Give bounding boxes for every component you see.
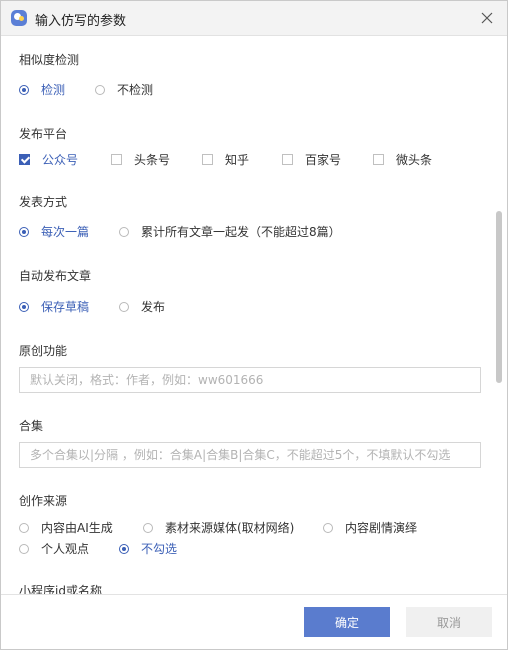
checkbox-platform-toutiao[interactable]: 头条号 [111, 151, 170, 168]
checkbox-platform-baijiahao[interactable]: 百家号 [282, 151, 341, 168]
radio-label: 个人观点 [41, 542, 90, 556]
radio-icon [95, 84, 105, 95]
checkbox-platform-weitoutiao[interactable]: 微头条 [373, 151, 432, 168]
vertical-scrollbar[interactable] [496, 211, 502, 383]
checkbox-icon-checked [19, 154, 30, 165]
radio-similarity-check[interactable]: 检测 [19, 81, 65, 98]
similarity-label: 相似度检测 [19, 53, 80, 67]
radio-label: 不检测 [117, 83, 154, 97]
checkbox-platform-zhihu[interactable]: 知乎 [202, 151, 249, 168]
checkbox-icon [111, 154, 122, 165]
radio-label: 每次一篇 [41, 225, 90, 239]
app-logo-icon [11, 10, 27, 26]
source-label: 创作来源 [19, 494, 68, 508]
radio-label: 累计所有文章一起发（不能超过8篇） [141, 225, 341, 239]
radio-publish-batch[interactable]: 累计所有文章一起发（不能超过8篇） [119, 223, 341, 240]
checkbox-label: 微头条 [396, 153, 433, 167]
radio-source-opinion[interactable]: 个人观点 [19, 540, 89, 557]
checkbox-label: 知乎 [225, 153, 250, 167]
radio-source-drama[interactable]: 内容剧情演绎 [323, 519, 417, 536]
radio-label: 素材来源媒体(取材网络) [165, 521, 295, 535]
radio-icon-selected [19, 226, 29, 237]
radio-icon [19, 543, 29, 554]
cancel-button[interactable]: 取消 [406, 607, 492, 637]
collection-label: 合集 [19, 419, 44, 433]
radio-icon [19, 522, 29, 533]
parameter-dialog: 输入仿写的参数 相似度检测 检测 不检测 发布平台 公众号 头条号 知乎 百家号… [0, 0, 508, 650]
radio-icon-selected [19, 84, 29, 95]
radio-label: 不勾选 [141, 542, 178, 556]
dialog-title: 输入仿写的参数 [35, 14, 127, 29]
radio-publish-now[interactable]: 发布 [119, 298, 165, 315]
radio-publish-single[interactable]: 每次一篇 [19, 223, 89, 240]
radio-save-draft[interactable]: 保存草稿 [19, 298, 89, 315]
auto-publish-label: 自动发布文章 [19, 269, 92, 283]
radio-label: 发布 [141, 300, 166, 314]
checkbox-icon [282, 154, 293, 165]
mini-program-label: 小程序id或名称 [19, 584, 102, 594]
checkbox-label: 公众号 [42, 153, 79, 167]
publish-mode-label: 发表方式 [19, 195, 68, 209]
radio-icon [323, 522, 333, 533]
dialog-footer: 确定 取消 [1, 594, 507, 649]
radio-icon [143, 522, 153, 533]
radio-icon-selected [19, 301, 29, 312]
close-button[interactable] [475, 6, 499, 30]
checkbox-label: 百家号 [305, 153, 342, 167]
title-bar: 输入仿写的参数 [1, 1, 507, 36]
confirm-button[interactable]: 确定 [304, 607, 390, 637]
radio-icon [119, 301, 129, 312]
radio-icon [119, 226, 129, 237]
collection-input[interactable] [19, 442, 481, 468]
close-icon [481, 12, 493, 24]
checkbox-icon [202, 154, 213, 165]
radio-source-ai[interactable]: 内容由AI生成 [19, 519, 113, 536]
checkbox-label: 头条号 [134, 153, 171, 167]
original-author-input[interactable] [19, 367, 481, 393]
radio-label: 检测 [41, 83, 66, 97]
form-content[interactable]: 相似度检测 检测 不检测 发布平台 公众号 头条号 知乎 百家号 微头条 发表方… [1, 36, 507, 594]
radio-source-none[interactable]: 不勾选 [119, 540, 177, 557]
radio-label: 内容由AI生成 [41, 521, 113, 535]
checkbox-icon [373, 154, 384, 165]
radio-icon-selected [119, 543, 129, 554]
radio-similarity-nocheck[interactable]: 不检测 [95, 81, 153, 98]
platform-label: 发布平台 [19, 127, 68, 141]
radio-label: 保存草稿 [41, 300, 90, 314]
original-label: 原创功能 [19, 344, 68, 358]
checkbox-platform-gongzhonghao[interactable]: 公众号 [19, 151, 78, 168]
radio-source-media[interactable]: 素材来源媒体(取材网络) [143, 519, 294, 536]
radio-label: 内容剧情演绎 [345, 521, 418, 535]
